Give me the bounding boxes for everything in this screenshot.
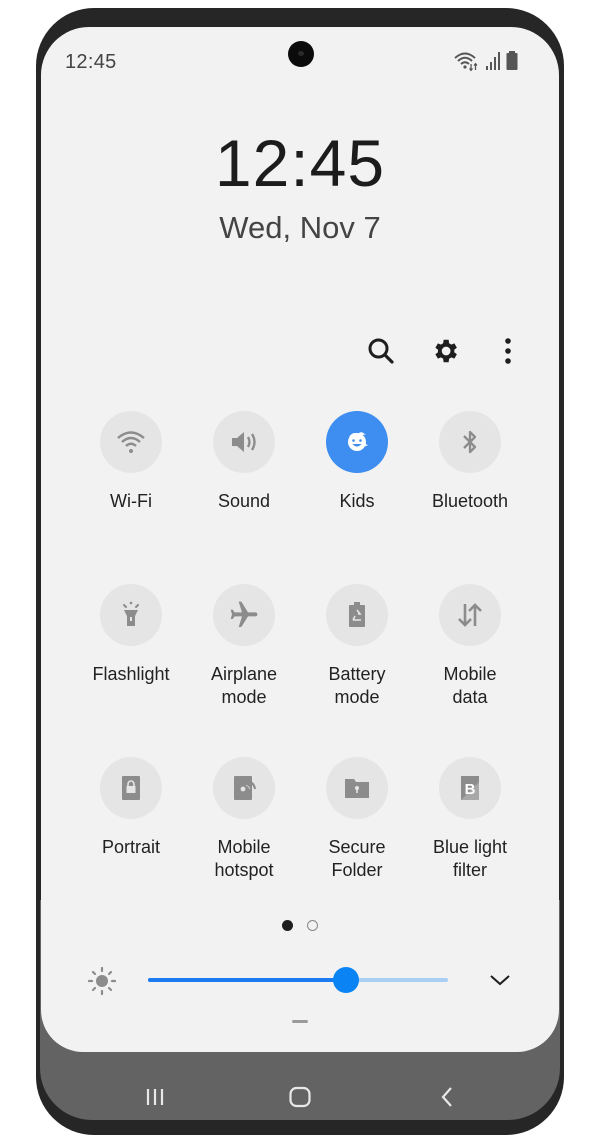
tile-mobile-data-button[interactable] (439, 584, 501, 646)
back-button[interactable] (427, 1080, 467, 1114)
tile-mobile-data[interactable]: Mobile data (414, 584, 526, 709)
tile-battery-mode-button[interactable] (326, 584, 388, 646)
tile-label: Flashlight (92, 664, 170, 684)
tile-mobile-hotspot-button[interactable] (213, 757, 275, 819)
tile-label: Portrait (101, 837, 161, 857)
flashlight-icon (123, 601, 139, 626)
tile-wifi[interactable]: Wi-Fi (75, 411, 187, 513)
gear-icon (435, 339, 457, 363)
svg-text:B: B (465, 781, 476, 798)
status-bar-time: 12:45 (65, 51, 117, 73)
status-bar-icons (453, 50, 519, 77)
expand-button[interactable] (480, 960, 520, 1000)
speaker-icon (232, 432, 256, 452)
page-dot-1[interactable] (282, 920, 293, 931)
brightness-slider[interactable] (148, 967, 448, 993)
tile-flashlight-button[interactable] (100, 584, 162, 646)
tile-label: Battery mode (328, 664, 386, 707)
kids-face-icon (348, 432, 368, 451)
tile-kids[interactable]: Kids (301, 411, 413, 513)
tile-battery-mode[interactable]: Battery mode (301, 584, 413, 709)
search-button[interactable] (361, 331, 401, 371)
airplane-icon (230, 601, 258, 627)
secure-folder-icon (345, 779, 369, 798)
tile-bluetooth[interactable]: Bluetooth (414, 411, 526, 513)
battery-recycle-icon (349, 602, 365, 627)
more-vertical-icon (505, 338, 511, 364)
blue-light-icon: B (461, 776, 479, 800)
hotspot-icon (234, 776, 257, 800)
tile-bluetooth-button[interactable] (439, 411, 501, 473)
tile-secure-folder[interactable]: Secure Folder (301, 757, 413, 882)
wifi-data-icon (453, 50, 481, 77)
tile-portrait[interactable]: Portrait (75, 757, 187, 859)
search-icon (368, 338, 394, 364)
tile-label: Mobile data (443, 664, 497, 707)
data-arrows-icon (458, 603, 482, 627)
tile-blue-light-filter[interactable]: B Blue light filter (414, 757, 526, 882)
home-icon (289, 1086, 311, 1108)
tile-label: Bluetooth (431, 491, 509, 511)
brightness-icon (85, 965, 119, 1002)
recents-icon (146, 1089, 164, 1105)
tile-label: Blue light filter (432, 837, 508, 880)
home-button[interactable] (280, 1080, 320, 1114)
tile-airplane-mode-button[interactable] (213, 584, 275, 646)
notification-panel: 12:45 12:45 Wed, Nov 7 Wi-Fi Sound Kids … (41, 27, 559, 1052)
tile-label: Airplane mode (210, 664, 278, 707)
chevron-down-icon (490, 975, 510, 986)
tile-label: Kids (339, 491, 375, 511)
tile-label: Sound (217, 491, 271, 511)
tile-flashlight[interactable]: Flashlight (75, 584, 187, 686)
tile-wifi-button[interactable] (100, 411, 162, 473)
tile-blue-light-filter-button[interactable]: B (439, 757, 501, 819)
page-dot-2[interactable] (307, 920, 318, 931)
tile-sound[interactable]: Sound (188, 411, 300, 513)
tile-portrait-button[interactable] (100, 757, 162, 819)
lock-clock-time: 12:45 (214, 126, 386, 200)
portrait-lock-icon (122, 776, 140, 800)
recents-button[interactable] (135, 1080, 175, 1114)
panel-drag-handle[interactable] (292, 1020, 308, 1023)
back-icon (441, 1087, 452, 1107)
tile-mobile-hotspot[interactable]: Mobile hotspot (188, 757, 300, 882)
bluetooth-icon (463, 430, 477, 454)
tile-label: Secure Folder (328, 837, 386, 880)
tile-sound-button[interactable] (213, 411, 275, 473)
tile-secure-folder-button[interactable] (326, 757, 388, 819)
wifi-icon (117, 431, 145, 453)
battery-icon (505, 50, 519, 77)
more-options-button[interactable] (488, 331, 528, 371)
page-indicator (41, 920, 559, 931)
tile-label: Wi-Fi (110, 491, 152, 511)
brightness-thumb[interactable] (333, 967, 359, 993)
signal-icon (485, 51, 501, 76)
tile-kids-button[interactable] (326, 411, 388, 473)
settings-button[interactable] (425, 331, 465, 371)
tile-label: Mobile hotspot (214, 837, 274, 880)
brightness-fill (148, 978, 346, 982)
tile-airplane-mode[interactable]: Airplane mode (188, 584, 300, 709)
front-camera (288, 41, 314, 67)
lock-clock-date: Wed, Nov 7 (219, 210, 381, 245)
